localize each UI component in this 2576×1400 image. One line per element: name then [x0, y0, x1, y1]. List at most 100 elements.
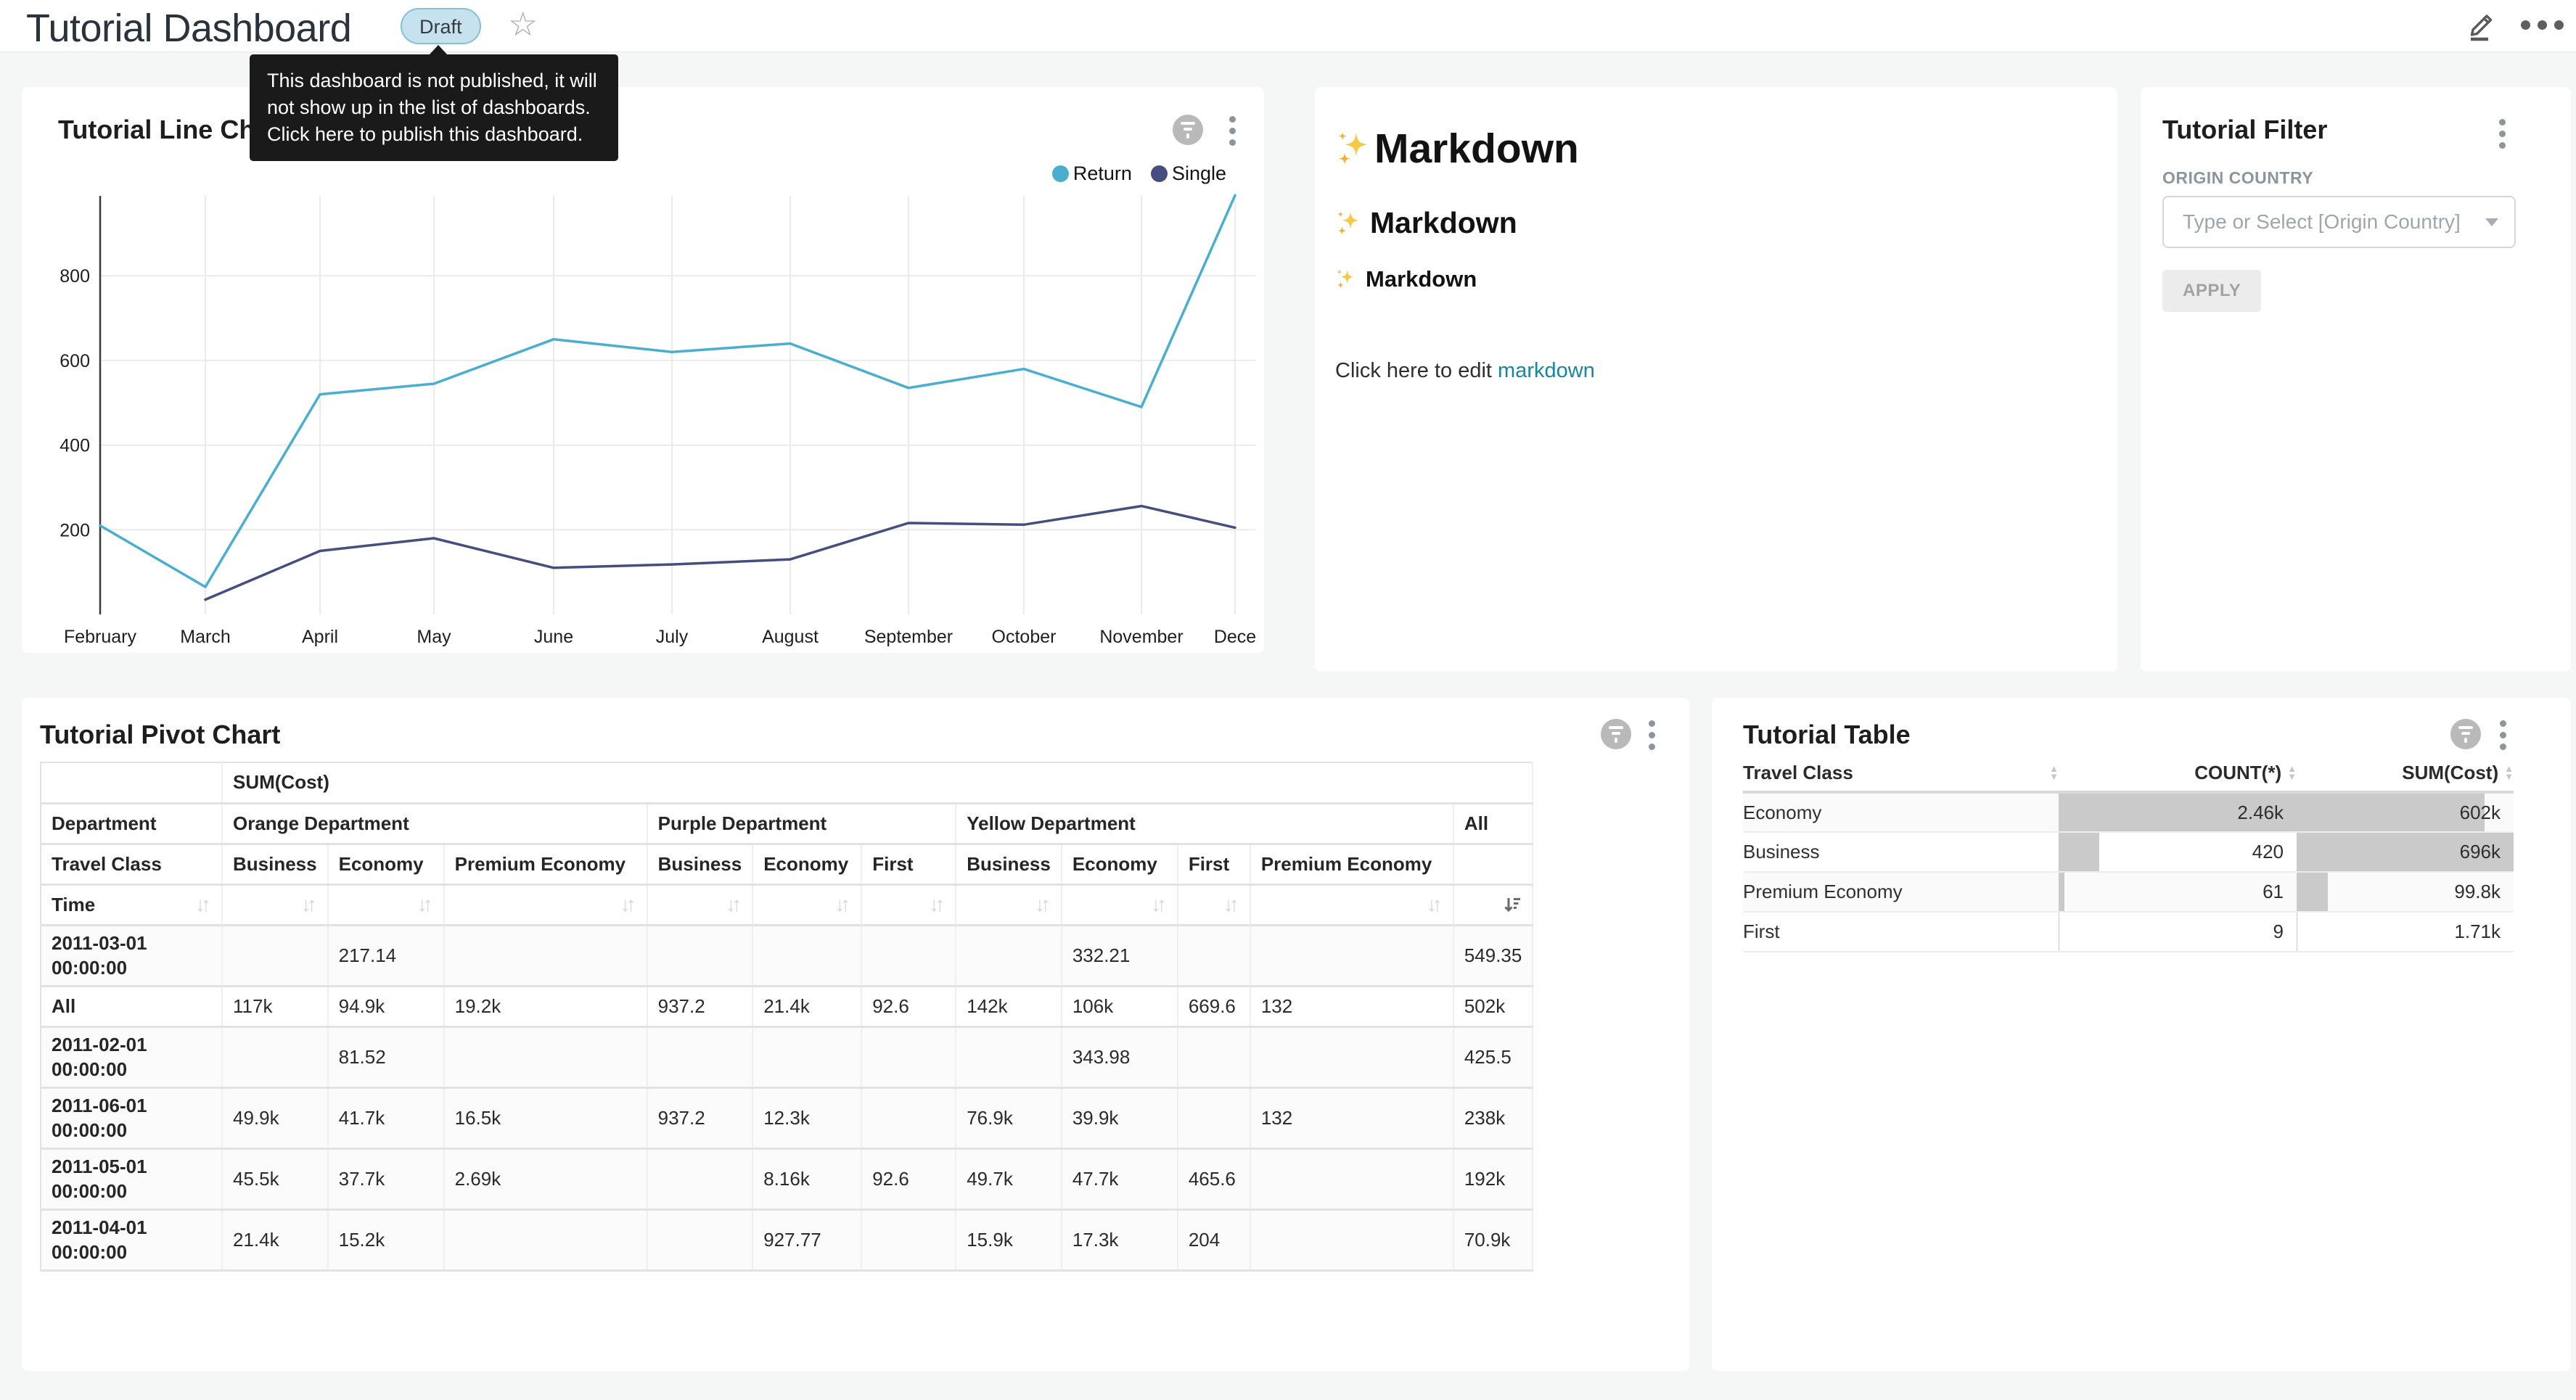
svg-text:February: February: [64, 627, 137, 647]
pivot-row: 2011-03-0100:00:00217.14332.21549.35: [41, 925, 1533, 986]
pivot-cell: [222, 1026, 328, 1087]
pivot-sort-cell[interactable]: ↓↑: [647, 884, 753, 925]
pivot-department-row: DepartmentOrange DepartmentPurple Depart…: [41, 803, 1533, 844]
pivot-cell: 70.9k: [1453, 1209, 1533, 1270]
filter-kebab-menu-icon[interactable]: [2496, 116, 2509, 152]
pivot-row: 2011-06-0100:00:0049.9k41.7k16.5k937.212…: [41, 1087, 1533, 1148]
sort-caret-icon: ▲▼: [2049, 765, 2059, 781]
pivot-cell: 15.9k: [956, 1209, 1062, 1270]
status-badge[interactable]: Draft: [401, 8, 481, 44]
markdown-h3: Markdown: [1335, 266, 2096, 292]
sort-icon[interactable]: ↓↑: [620, 893, 636, 916]
pivot-sort-cell[interactable]: ↓↑: [328, 884, 444, 925]
ellipsis-menu-icon[interactable]: [2521, 20, 2564, 30]
sort-icon[interactable]: ↓↑: [929, 893, 945, 916]
pivot-cell: 45.5k: [222, 1148, 328, 1209]
sort-icon[interactable]: ↓↑: [834, 893, 850, 916]
count-cell: 9: [2059, 912, 2297, 952]
markdown-edit-link[interactable]: markdown: [1498, 359, 1595, 382]
sort-icon[interactable]: ↓↑: [1035, 893, 1051, 916]
sort-icon[interactable]: ↓↑: [195, 893, 211, 916]
pivot-cell: 217.14: [328, 925, 444, 986]
pivot-cell: 16.5k: [444, 1087, 647, 1148]
markdown-body[interactable]: Markdown Markdown Markdown Click here to…: [1335, 125, 2096, 383]
pivot-sort-cell[interactable]: ↓↑: [444, 884, 647, 925]
tutorial-table: Travel Class▲▼COUNT(*)▲▼SUM(Cost)▲▼ Econo…: [1743, 754, 2514, 952]
sort-icon[interactable]: ↓↑: [1427, 893, 1443, 916]
pivot-cell: [647, 1148, 753, 1209]
pivot-sort-cell[interactable]: ↓↑: [1178, 884, 1250, 925]
filter-card: Tutorial Filter ORIGIN COUNTRY Type or S…: [2141, 87, 2571, 672]
pivot-cell: [861, 1209, 956, 1270]
pivot-row: All117k94.9k19.2k937.221.4k92.6142k106k6…: [41, 986, 1533, 1026]
col-header-sum[interactable]: SUM(Cost)▲▼: [2297, 754, 2514, 792]
sort-icon[interactable]: ↓↑: [417, 893, 433, 916]
svg-text:March: March: [180, 627, 230, 647]
pivot-cell: 47.7k: [1062, 1148, 1178, 1209]
return-series-dot: [1052, 165, 1069, 182]
filter-card-title: Tutorial Filter: [2162, 115, 2327, 145]
sort-icon[interactable]: ↓↑: [1151, 893, 1167, 916]
count-cell: 2.46k: [2059, 792, 2297, 832]
publish-tooltip[interactable]: This dashboard is not published, it will…: [250, 54, 618, 161]
filter-indicator-icon[interactable]: [1601, 719, 1631, 749]
travel-class-cell: Premium Economy: [1743, 872, 2059, 912]
pivot-cell: [444, 1209, 647, 1270]
pivot-cell: 332.21: [1062, 925, 1178, 986]
pivot-cell: 465.6: [1178, 1148, 1250, 1209]
pivot-cell: 76.9k: [956, 1087, 1062, 1148]
legend-item-single[interactable]: Single: [1151, 162, 1226, 185]
pivot-cell: [956, 925, 1062, 986]
pivot-cell: [752, 925, 861, 986]
count-cell: 420: [2059, 832, 2297, 872]
pivot-cell: 15.2k: [328, 1209, 444, 1270]
svg-text:October: October: [992, 627, 1057, 647]
legend-item-return[interactable]: Return: [1052, 162, 1132, 185]
pivot-cell: 39.9k: [1062, 1087, 1178, 1148]
col-header-travel-class[interactable]: Travel Class▲▼: [1743, 754, 2059, 792]
legend-label: Return: [1073, 162, 1132, 185]
sort-icon[interactable]: ↓↑: [301, 893, 317, 916]
sort-icon[interactable]: ↓↑: [726, 893, 742, 916]
pivot-kebab-menu-icon[interactable]: [1646, 717, 1658, 753]
pivot-cell: [956, 1026, 1062, 1087]
pivot-class-header: First: [1178, 844, 1250, 884]
svg-text:July: July: [656, 627, 689, 647]
pivot-sort-cell[interactable]: ↓↑: [222, 884, 328, 925]
origin-country-select[interactable]: Type or Select [Origin Country]: [2162, 196, 2516, 248]
col-header-count[interactable]: COUNT(*)▲▼: [2059, 754, 2297, 792]
pivot-cell: [647, 1209, 753, 1270]
travel-class-cell: Economy: [1743, 792, 2059, 832]
sum-cell: 602k: [2297, 792, 2514, 832]
pivot-row-label: 2011-02-0100:00:00: [41, 1026, 222, 1087]
sort-icon[interactable]: ↓↑: [1223, 893, 1239, 916]
pivot-time-header: Time↓↑: [41, 884, 222, 925]
pivot-cell: 94.9k: [328, 986, 444, 1026]
svg-text:400: 400: [60, 436, 90, 456]
apply-button[interactable]: APPLY: [2162, 270, 2261, 312]
pivot-cell: 238k: [1453, 1087, 1533, 1148]
pivot-sort-cell[interactable]: ↓↑: [1062, 884, 1178, 925]
pivot-class-header: Business: [956, 844, 1062, 884]
pencil-icon: [2464, 7, 2499, 42]
filter-indicator-icon[interactable]: [2450, 719, 2481, 749]
favorite-star-icon[interactable]: ☆: [508, 4, 538, 44]
pivot-cell: 132: [1250, 1087, 1453, 1148]
table-kebab-menu-icon[interactable]: [2497, 717, 2509, 753]
pivot-class-header: First: [861, 844, 956, 884]
pivot-sort-cell[interactable]: ↓↑: [956, 884, 1062, 925]
pivot-cell: [861, 1087, 956, 1148]
pivot-row: 2011-02-0100:00:0081.52343.98425.5: [41, 1026, 1533, 1087]
pivot-cell: 49.7k: [956, 1148, 1062, 1209]
edit-dashboard-button[interactable]: [2464, 7, 2499, 42]
pivot-cell: 92.6: [861, 1148, 956, 1209]
markdown-h3-text: Markdown: [1366, 266, 1477, 292]
pivot-sort-cell[interactable]: ↓↑: [752, 884, 861, 925]
pivot-sort-cell[interactable]: ↓↑: [861, 884, 956, 925]
svg-text:September: September: [864, 627, 953, 647]
pivot-sort-cell[interactable]: ↓↑: [1250, 884, 1453, 925]
paragraph-text: Click here to edit: [1335, 359, 1498, 382]
pivot-cell: [444, 925, 647, 986]
pivot-sort-cell-active[interactable]: [1453, 884, 1533, 925]
pivot-cell: 21.4k: [222, 1209, 328, 1270]
